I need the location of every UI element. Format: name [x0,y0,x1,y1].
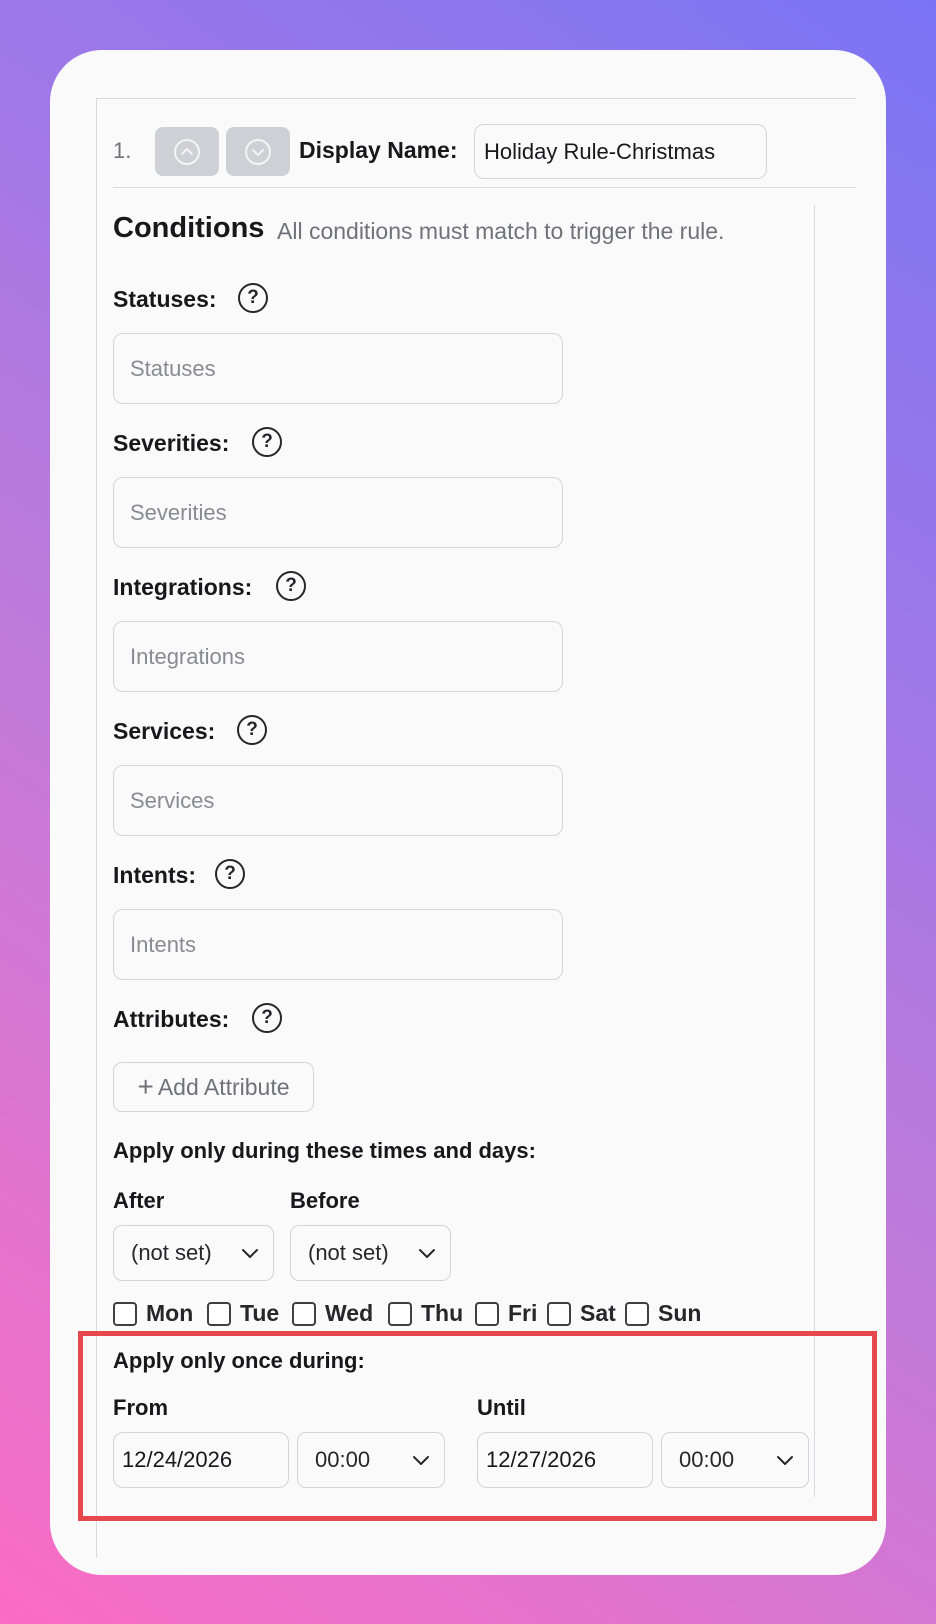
rule-editor-card: 1. Display Name: Conditions All conditio… [50,50,886,1575]
help-glyph: ? [246,719,258,740]
services-label: Services: [113,718,216,744]
after-label: After [113,1188,165,1213]
intents-label: Intents: [113,862,197,888]
after-value: (not set) [131,1240,212,1265]
chevron-up-circle-icon [174,138,200,165]
day-label: Sat [580,1300,616,1326]
until-date-input[interactable] [477,1432,653,1488]
help-glyph: ? [261,431,273,452]
checkbox[interactable] [625,1301,649,1326]
day-checkbox-sun[interactable]: Sun [625,1300,701,1327]
attributes-help-icon[interactable]: ? [252,1003,282,1033]
day-checkbox-thu[interactable]: Thu [388,1300,463,1327]
help-glyph: ? [261,1007,273,1028]
chevron-down-icon [777,1456,793,1465]
plus-icon: + [137,1071,154,1102]
after-select[interactable]: (not set) [113,1225,274,1281]
day-label: Thu [421,1300,464,1326]
services-help-icon[interactable]: ? [237,715,267,745]
move-down-button[interactable] [226,127,290,176]
from-time-value: 00:00 [315,1447,371,1472]
statuses-input[interactable] [113,333,563,404]
help-glyph: ? [247,287,259,308]
attributes-label: Attributes: [113,1006,230,1032]
until-label: Until [477,1395,526,1420]
display-name-label: Display Name: [299,137,458,163]
day-checkbox-tue[interactable]: Tue [207,1300,279,1327]
day-label: Wed [325,1300,374,1326]
from-date-input[interactable] [113,1432,289,1488]
day-label: Mon [146,1300,194,1326]
severities-label: Severities: [113,430,230,456]
chevron-down-icon [419,1249,435,1258]
day-checkbox-wed[interactable]: Wed [292,1300,373,1327]
integrations-help-icon[interactable]: ? [276,571,306,601]
statuses-label: Statuses: [113,286,217,312]
chevron-down-icon [413,1456,429,1465]
severities-help-icon[interactable]: ? [252,427,282,457]
day-label: Fri [508,1300,538,1326]
intents-input[interactable] [113,909,563,980]
display-name-input[interactable] [474,124,767,179]
help-glyph: ? [224,863,236,884]
day-checkbox-sat[interactable]: Sat [547,1300,616,1327]
header-divider [113,187,856,188]
before-label: Before [290,1188,360,1213]
checkbox[interactable] [113,1301,137,1326]
move-up-button[interactable] [155,127,219,176]
statuses-help-icon[interactable]: ? [238,283,268,313]
integrations-label: Integrations: [113,574,253,600]
checkbox[interactable] [207,1301,231,1326]
from-time-select[interactable]: 00:00 [297,1432,445,1488]
chevron-down-circle-icon [245,138,271,165]
day-label: Sun [658,1300,702,1326]
checkbox[interactable] [388,1301,412,1326]
help-glyph: ? [285,575,297,596]
severities-input[interactable] [113,477,563,548]
checkbox[interactable] [292,1301,316,1326]
once-title: Apply only once during: [113,1348,365,1373]
conditions-border [814,205,815,1497]
intents-help-icon[interactable]: ? [215,859,245,889]
before-select[interactable]: (not set) [290,1225,451,1281]
schedule-title: Apply only during these times and days: [113,1138,536,1163]
until-time-value: 00:00 [679,1447,735,1472]
chevron-down-icon [242,1249,258,1258]
conditions-title: Conditions [113,212,265,244]
add-attribute-button[interactable]: + Add Attribute [113,1062,314,1112]
conditions-subtitle: All conditions must match to trigger the… [277,218,725,244]
day-checkbox-fri[interactable]: Fri [475,1300,537,1327]
until-time-select[interactable]: 00:00 [661,1432,809,1488]
day-label: Tue [240,1300,280,1326]
services-input[interactable] [113,765,563,836]
integrations-input[interactable] [113,621,563,692]
rule-number: 1. [113,138,132,163]
checkbox[interactable] [547,1301,571,1326]
from-label: From [113,1395,168,1420]
day-checkbox-mon[interactable]: Mon [113,1300,193,1327]
add-attribute-label: Add Attribute [157,1073,290,1100]
checkbox[interactable] [475,1301,499,1326]
before-value: (not set) [308,1240,389,1265]
